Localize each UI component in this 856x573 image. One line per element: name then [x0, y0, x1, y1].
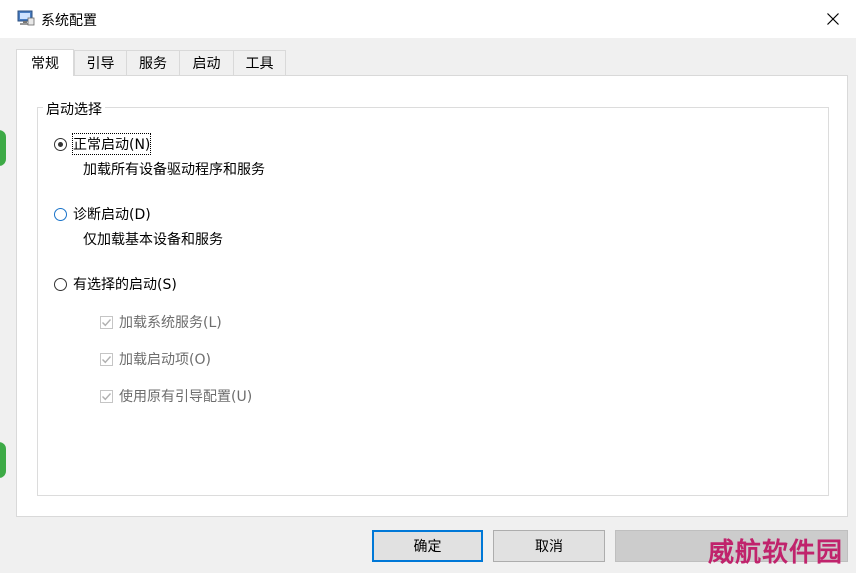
general-tab-panel: 启动选择 正常启动(N) 加载所有设备驱动程序和服务 诊断启动(D) 仅加载基本…	[16, 75, 848, 517]
use-original-boot-config-checkbox[interactable]: 使用原有引导配置(U)	[100, 386, 252, 406]
radio-unchecked-icon	[54, 207, 67, 221]
startup-selection-group: 启动选择 正常启动(N) 加载所有设备驱动程序和服务 诊断启动(D) 仅加载基本…	[37, 99, 829, 496]
normal-startup-label: 正常启动(N)	[71, 133, 152, 155]
selective-startup-radio[interactable]: 有选择的启动(S)	[54, 274, 177, 294]
diagnostic-startup-radio[interactable]: 诊断启动(D)	[54, 204, 151, 224]
diagnostic-startup-label: 诊断启动(D)	[73, 207, 151, 223]
close-icon	[827, 13, 839, 25]
load-startup-items-checkbox[interactable]: 加载启动项(O)	[100, 349, 211, 369]
checkmark-icon	[100, 352, 113, 366]
ok-button[interactable]: 确定	[372, 530, 483, 562]
title-bar: 系统配置	[0, 0, 856, 38]
load-system-services-label: 加载系统服务(L)	[119, 315, 222, 331]
watermark: 威航软件园	[708, 538, 844, 568]
normal-startup-radio[interactable]: 正常启动(N)	[54, 133, 152, 155]
tab-services[interactable]: 服务	[126, 50, 180, 75]
close-button[interactable]	[810, 0, 856, 38]
background-decoration	[0, 442, 6, 478]
load-startup-items-label: 加载启动项(O)	[119, 352, 211, 368]
use-original-boot-config-label: 使用原有引导配置(U)	[119, 389, 253, 405]
radio-unchecked-icon	[54, 277, 67, 291]
diagnostic-startup-desc: 仅加载基本设备和服务	[83, 232, 223, 248]
checkmark-icon	[100, 389, 113, 403]
load-system-services-checkbox[interactable]: 加载系统服务(L)	[100, 312, 222, 332]
background-decoration	[0, 130, 6, 166]
tab-startup[interactable]: 启动	[179, 50, 234, 75]
selective-startup-label: 有选择的启动(S)	[73, 277, 177, 293]
group-title: 启动选择	[43, 99, 105, 119]
tab-tools[interactable]: 工具	[233, 50, 286, 75]
tab-boot[interactable]: 引导	[74, 50, 127, 75]
normal-startup-desc: 加载所有设备驱动程序和服务	[83, 162, 265, 178]
cancel-button[interactable]: 取消	[493, 530, 605, 562]
computer-icon	[17, 9, 35, 27]
checkmark-icon	[100, 315, 113, 329]
window-title: 系统配置	[41, 13, 97, 29]
radio-checked-icon	[54, 137, 67, 151]
tab-general[interactable]: 常规	[16, 49, 74, 76]
